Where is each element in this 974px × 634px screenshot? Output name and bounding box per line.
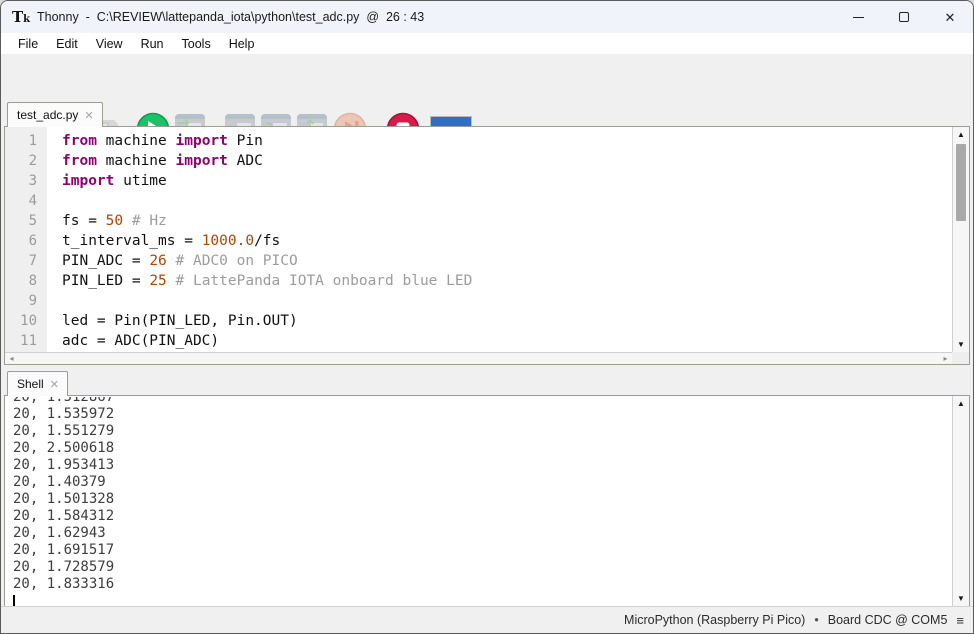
toolbar: ⇶ ↓ ↴ ⤴ [1, 54, 973, 101]
shell-output-line: 20, 1.833316 [13, 576, 952, 593]
shell-output-line: 20, 1.501328 [13, 491, 952, 508]
shell-tab-close-icon[interactable]: ✕ [50, 379, 59, 391]
line-number: 2 [5, 153, 46, 173]
line-number: 1 [5, 133, 46, 153]
menu-file[interactable]: File [9, 35, 47, 53]
close-icon: ✕ [945, 11, 956, 24]
line-number: 7 [5, 253, 46, 273]
shell-caret [13, 595, 15, 606]
editor-tab-close-icon[interactable]: ✕ [84, 110, 93, 122]
minimize-button[interactable] [835, 1, 881, 33]
shell-output-line: 20, 2.500618 [13, 440, 952, 457]
tab-test-adc-py[interactable]: test_adc.py ✕ [7, 102, 103, 127]
shell-vertical-scrollbar[interactable]: ▲ ▼ [952, 396, 969, 606]
tab-shell[interactable]: Shell ✕ [7, 371, 68, 396]
editor-tab-label: test_adc.py [17, 108, 78, 122]
interpreter-status[interactable]: MicroPython (Raspberry Pi Pico) [624, 613, 805, 627]
shell-tab-label: Shell [17, 377, 44, 391]
code-line[interactable]: fs = 50 # Hz [62, 213, 952, 233]
line-number-gutter: 1234567891011 [5, 127, 47, 352]
close-button[interactable]: ✕ [927, 1, 973, 33]
menu-bar: FileEditViewRunToolsHelp [1, 33, 973, 54]
code-line[interactable]: t_interval_ms = 1000.0/fs [62, 233, 952, 253]
port-status[interactable]: Board CDC @ COM5 [828, 613, 948, 627]
code-line[interactable]: from machine import Pin [62, 133, 952, 153]
shell-output-line: 20, 1.535972 [13, 406, 952, 423]
status-separator: • [814, 613, 818, 627]
scroll-right-icon[interactable]: ▸ [939, 353, 952, 364]
line-number: 4 [5, 193, 46, 213]
menu-tools[interactable]: Tools [173, 35, 220, 53]
code-line[interactable]: PIN_LED = 25 # LattePanda IOTA onboard b… [62, 273, 952, 293]
line-number: 3 [5, 173, 46, 193]
scrollbar-corner [952, 352, 969, 364]
thonny-window: Tk Thonny - C:\REVIEW\lattepanda_iota\py… [0, 0, 974, 634]
status-bar: MicroPython (Raspberry Pi Pico) • Board … [1, 606, 973, 633]
code-line[interactable] [62, 293, 952, 313]
editor-panel: 1234567891011 from machine import Pinfro… [4, 126, 970, 365]
shell-output-line: 20, 1.40379 [13, 474, 952, 491]
shell-output-line: 20, 1.953413 [13, 457, 952, 474]
code-editor[interactable]: 1234567891011 from machine import Pinfro… [5, 127, 952, 352]
line-number: 10 [5, 313, 46, 333]
scroll-up-icon[interactable]: ▲ [953, 127, 969, 142]
code-line[interactable]: adc = ADC(PIN_ADC) [62, 333, 952, 352]
editor-vertical-scrollbar[interactable]: ▲ ▼ [952, 127, 969, 352]
editor-horizontal-scrollbar[interactable]: ◂ ▸ [5, 352, 952, 364]
code-line[interactable]: from machine import ADC [62, 153, 952, 173]
code-line[interactable]: led = Pin(PIN_LED, Pin.OUT) [62, 313, 952, 333]
line-number: 8 [5, 273, 46, 293]
shell-output-line: 20, 1.728579 [13, 559, 952, 576]
shell-clipped-line: 20, 1.512867 [13, 397, 952, 406]
code-line[interactable]: import utime [62, 173, 952, 193]
menu-run[interactable]: Run [132, 35, 173, 53]
menu-view[interactable]: View [87, 35, 132, 53]
backend-menu-icon[interactable]: ≡ [956, 613, 964, 628]
window-title: Thonny - C:\REVIEW\lattepanda_iota\pytho… [37, 1, 424, 33]
maximize-button[interactable] [881, 1, 927, 33]
shell-output-line: 20, 1.584312 [13, 508, 952, 525]
menu-help[interactable]: Help [220, 35, 264, 53]
menu-edit[interactable]: Edit [47, 35, 87, 53]
shell-output[interactable]: 20, 1.512867 20, 1.53597220, 1.55127920,… [5, 396, 952, 606]
shell-panel: 20, 1.512867 20, 1.53597220, 1.55127920,… [4, 395, 970, 607]
editor-scroll-thumb[interactable] [956, 144, 966, 221]
code-line[interactable]: PIN_ADC = 26 # ADC0 on PICO [62, 253, 952, 273]
line-number: 6 [5, 233, 46, 253]
shell-output-line: 20, 1.691517 [13, 542, 952, 559]
code-line[interactable] [62, 193, 952, 213]
minimize-icon [853, 17, 864, 18]
scroll-down-icon[interactable]: ▼ [953, 337, 969, 352]
scroll-up-icon[interactable]: ▲ [953, 396, 969, 411]
thonny-logo-icon: Tk [12, 8, 30, 26]
shell-output-line: 20, 1.551279 [13, 423, 952, 440]
scroll-left-icon[interactable]: ◂ [5, 353, 18, 364]
line-number: 9 [5, 293, 46, 313]
line-number: 11 [5, 333, 46, 352]
maximize-icon [899, 12, 909, 22]
line-number: 5 [5, 213, 46, 233]
shell-output-line: 20, 1.62943 [13, 525, 952, 542]
scroll-down-icon[interactable]: ▼ [953, 591, 969, 606]
title-bar[interactable]: Tk Thonny - C:\REVIEW\lattepanda_iota\py… [1, 1, 973, 33]
